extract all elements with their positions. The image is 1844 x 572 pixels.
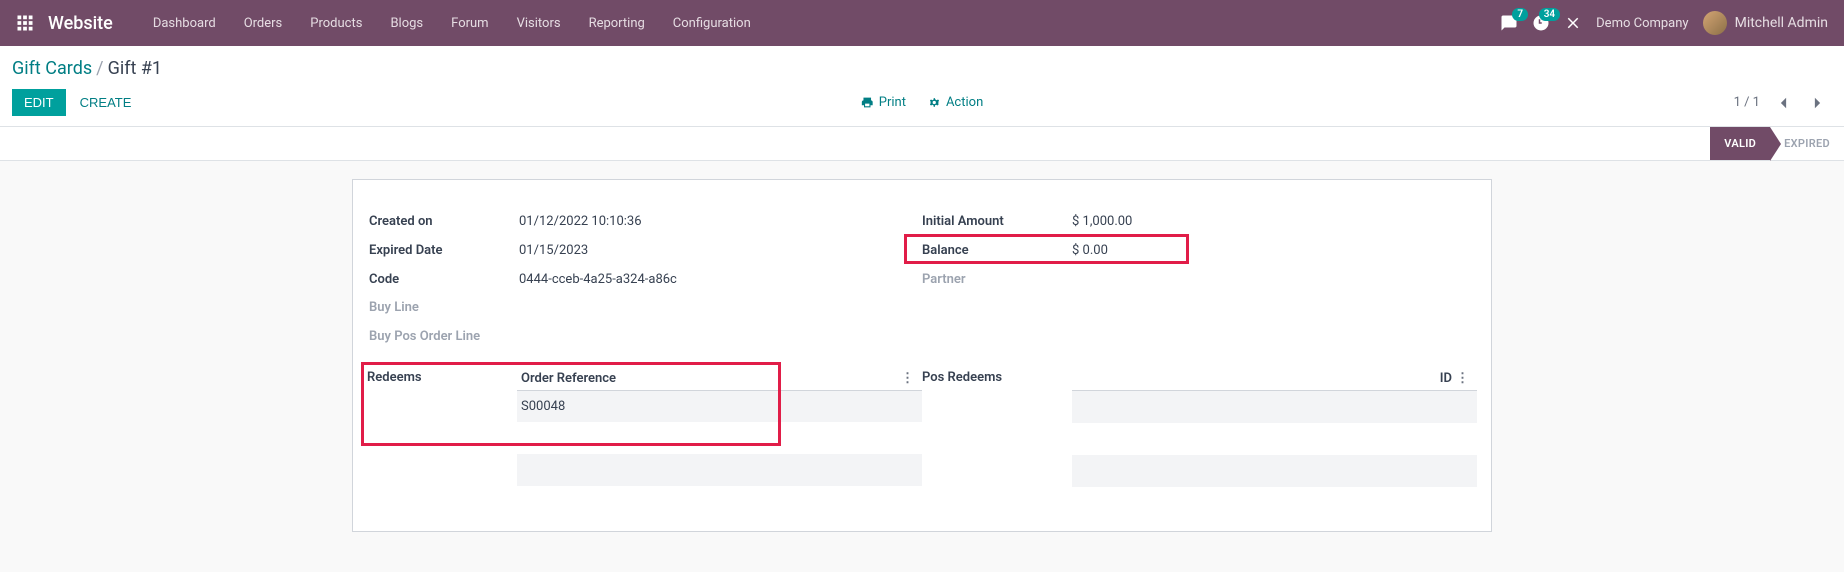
- action-bar: EDIT CREATE Print Action 1 / 1: [0, 79, 1844, 127]
- redeems-table-header: Order Reference ⋮: [517, 367, 922, 391]
- redeems-col-order-ref[interactable]: Order Reference: [521, 371, 897, 386]
- table-row[interactable]: S00048: [517, 391, 922, 422]
- redeems-options-icon[interactable]: ⋮: [897, 371, 918, 386]
- messages-badge: 7: [1512, 8, 1528, 21]
- pos-redeems-panel: Pos Redeems ID ⋮: [922, 370, 1477, 487]
- user-name: Mitchell Admin: [1735, 15, 1828, 31]
- menu-dashboard[interactable]: Dashboard: [139, 2, 230, 45]
- chevron-left-icon: [1779, 96, 1788, 110]
- pos-redeems-table-header: ID ⋮: [1072, 367, 1477, 391]
- pos-redeems-options-icon[interactable]: ⋮: [1452, 371, 1473, 386]
- edit-button[interactable]: EDIT: [12, 89, 66, 116]
- activities-badge: 34: [1539, 8, 1560, 21]
- debug-icon[interactable]: [1564, 14, 1582, 32]
- menu-visitors[interactable]: Visitors: [503, 2, 575, 45]
- table-row: [1072, 455, 1477, 487]
- menu-blogs[interactable]: Blogs: [376, 2, 437, 45]
- table-row: [517, 454, 922, 486]
- activities-icon[interactable]: 34: [1532, 14, 1550, 32]
- breadcrumb-parent[interactable]: Gift Cards: [12, 58, 92, 79]
- pos-redeems-label: Pos Redeems: [922, 370, 1072, 385]
- print-label: Print: [879, 95, 906, 110]
- redeems-panel: Redeems Order Reference ⋮ S00048: [367, 370, 922, 487]
- breadcrumb: Gift Cards/Gift #1: [12, 58, 1828, 79]
- app-brand[interactable]: Website: [48, 13, 113, 34]
- menu-configuration[interactable]: Configuration: [659, 2, 765, 45]
- status-expired[interactable]: EXPIRED: [1770, 127, 1844, 160]
- messages-icon[interactable]: 7: [1500, 14, 1518, 32]
- partner-label: Partner: [922, 270, 1072, 291]
- status-bar: VALID EXPIRED: [0, 127, 1844, 161]
- code-label: Code: [369, 270, 519, 291]
- menu-products[interactable]: Products: [296, 2, 376, 45]
- action-label: Action: [946, 95, 983, 110]
- menu-orders[interactable]: Orders: [230, 2, 297, 45]
- balance-value: $ 0.00: [1072, 241, 1108, 262]
- pager-prev[interactable]: [1772, 92, 1794, 114]
- pager-next[interactable]: [1806, 92, 1828, 114]
- menu-reporting[interactable]: Reporting: [575, 2, 659, 45]
- pos-redeems-col-id[interactable]: ID: [1076, 371, 1452, 386]
- buy-pos-line-label: Buy Pos Order Line: [369, 327, 480, 348]
- expired-date-label: Expired Date: [369, 241, 519, 262]
- created-on-value: 01/12/2022 10:10:36: [519, 212, 642, 233]
- user-menu[interactable]: Mitchell Admin: [1703, 11, 1828, 35]
- company-selector[interactable]: Demo Company: [1596, 16, 1688, 31]
- form-left-column: Created on 01/12/2022 10:10:36 Expired D…: [369, 208, 922, 352]
- menu-forum[interactable]: Forum: [437, 2, 502, 45]
- print-icon: [861, 96, 874, 109]
- status-valid[interactable]: VALID: [1710, 127, 1770, 160]
- redeems-label: Redeems: [367, 370, 517, 385]
- gear-icon: [928, 96, 941, 109]
- form-sheet: Created on 01/12/2022 10:10:36 Expired D…: [352, 179, 1492, 532]
- buy-line-label: Buy Line: [369, 298, 519, 319]
- balance-label: Balance: [922, 241, 1072, 262]
- expired-date-value: 01/15/2023: [519, 241, 588, 262]
- form-right-column: Initial Amount $ 1,000.00 Balance $ 0.00…: [922, 208, 1475, 352]
- table-row: [1072, 391, 1477, 423]
- pager-text: 1 / 1: [1734, 95, 1760, 110]
- redeems-row-value: S00048: [521, 399, 565, 414]
- initial-amount-label: Initial Amount: [922, 212, 1072, 233]
- apps-icon[interactable]: [16, 14, 34, 32]
- print-button[interactable]: Print: [861, 95, 906, 110]
- breadcrumb-current: Gift #1: [108, 58, 162, 79]
- chevron-right-icon: [1813, 96, 1822, 110]
- create-button[interactable]: CREATE: [80, 95, 132, 110]
- top-navbar: Website Dashboard Orders Products Blogs …: [0, 0, 1844, 46]
- action-button[interactable]: Action: [928, 95, 983, 110]
- initial-amount-value: $ 1,000.00: [1072, 212, 1132, 233]
- created-on-label: Created on: [369, 212, 519, 233]
- avatar: [1703, 11, 1727, 35]
- table-row: [1072, 423, 1477, 455]
- code-value: 0444-cceb-4a25-a324-a86c: [519, 270, 677, 291]
- table-row: [517, 422, 922, 454]
- breadcrumb-row: Gift Cards/Gift #1: [0, 46, 1844, 79]
- main-menu: Dashboard Orders Products Blogs Forum Vi…: [139, 2, 765, 45]
